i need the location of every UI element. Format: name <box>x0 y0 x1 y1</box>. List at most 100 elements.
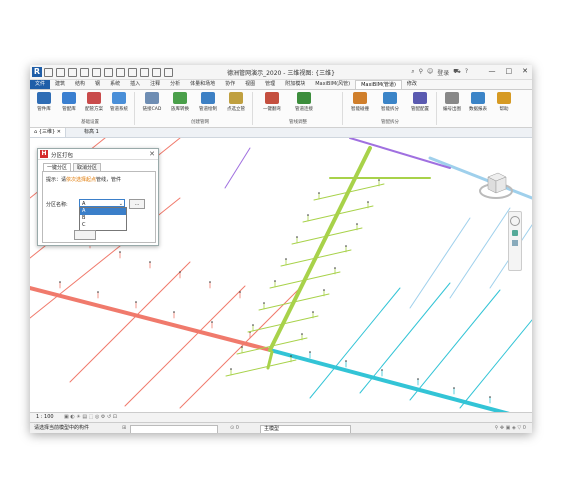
minimize-button[interactable]: — <box>489 67 496 75</box>
tab-file[interactable]: 文件 <box>30 80 51 89</box>
zoom-icon[interactable] <box>512 230 518 236</box>
view-tools-icons[interactable]: ▣ ◐ ☀ ▤ ⬚ ◎ ⚙ ↺ ⊡ <box>64 413 117 422</box>
user-login[interactable]: 登录 <box>437 68 449 77</box>
red-pipe-branch[interactable] <box>124 285 246 407</box>
red-pipe-branch[interactable] <box>69 261 191 383</box>
view-tab-level1[interactable]: 标高 1 <box>80 128 103 137</box>
dropdown-option-a[interactable]: A <box>80 208 126 215</box>
search-icon[interactable]: ⌕ <box>411 68 414 77</box>
riser-head <box>241 346 243 348</box>
riser-head <box>417 378 419 380</box>
cart-icon[interactable]: ⛟ <box>453 68 461 77</box>
tab-maxibim-pipe[interactable]: MaxiBIM(管道) <box>355 80 402 89</box>
tab-insert[interactable]: 插入 <box>125 80 145 89</box>
riser-head <box>285 258 287 260</box>
purple-pipe[interactable] <box>224 147 251 189</box>
help-button[interactable]: 帮助 <box>492 92 516 112</box>
lightblue-pipe-branch[interactable] <box>449 207 511 299</box>
dialog-close-button[interactable]: ✕ <box>149 150 155 158</box>
pipe-connect-button[interactable]: 管道连接 <box>292 92 316 112</box>
view-cube[interactable] <box>478 165 514 205</box>
cyan-pipe-branch[interactable] <box>359 282 451 394</box>
pipe-draw-button[interactable]: 管道绘制 <box>196 92 220 112</box>
riser-head <box>312 311 314 313</box>
user-icon[interactable]: ☺ <box>427 68 433 77</box>
tab-manage[interactable]: 管理 <box>260 80 280 89</box>
one-click-bend-button[interactable]: 一键翻弯 <box>260 92 284 112</box>
smart-collide-button[interactable]: 智能碰撞 <box>348 92 372 112</box>
status-bar: 请选择当前模型中的构件 ⊞ ⊙ 0 主模型 ⚲ ✥ ▣ ◈ ▽ 0 <box>30 422 532 433</box>
worksets-icon[interactable]: ⊞ <box>122 423 126 433</box>
tab-modify[interactable]: 修改 <box>402 80 422 89</box>
tab-architecture[interactable]: 建筑 <box>50 80 70 89</box>
filter-icon[interactable]: ⊙ 0 <box>230 423 239 433</box>
partition-name-select[interactable]: A ⌄ <box>79 199 125 207</box>
pipe-system-button[interactable]: 管道系统 <box>107 92 131 112</box>
riser-head <box>345 245 347 247</box>
data-report-button[interactable]: 数据报表 <box>466 92 490 112</box>
help-icon[interactable]: ? <box>465 68 468 77</box>
cyan-main-pipe[interactable] <box>268 348 532 422</box>
close-icon[interactable]: ✕ <box>55 129 61 135</box>
ribbon-panel: 管件库 管配库 配管方案 管道系统 链接CAD 族库转换 管道绘制 点选立管 一… <box>30 90 532 128</box>
view-tabs: ⌂ {三维} ✕ 标高 1 <box>30 128 532 138</box>
riser-head <box>307 214 309 216</box>
tab-steel[interactable]: 钢 <box>90 80 105 89</box>
model-field[interactable]: 主模型 <box>260 425 351 433</box>
tab-collaborate[interactable]: 协作 <box>220 80 240 89</box>
binoculars-icon[interactable]: ⚲ <box>419 68 423 77</box>
smart-split-button[interactable]: 智能拆分 <box>378 92 402 112</box>
green-pipe-branch[interactable] <box>258 293 330 311</box>
tab-annotate[interactable]: 注释 <box>145 80 165 89</box>
group-divider <box>436 92 437 125</box>
pan-icon[interactable] <box>512 240 518 246</box>
confirm-button[interactable] <box>74 230 96 240</box>
navigation-bar[interactable] <box>508 211 522 271</box>
green-pipe-branch[interactable] <box>280 249 352 267</box>
tab-view[interactable]: 视图 <box>240 80 260 89</box>
dropdown-option-c[interactable]: C <box>80 222 126 229</box>
numbering-drawing-button[interactable]: 编号出图 <box>440 92 464 112</box>
tab-systems[interactable]: 系统 <box>105 80 125 89</box>
riser-head <box>274 280 276 282</box>
dialog-title-bar[interactable]: H 分区打包 ✕ <box>38 149 158 160</box>
piping-scheme-button[interactable]: 配管方案 <box>82 92 106 112</box>
riser-head <box>230 368 232 370</box>
pipe-library-button[interactable]: 管件库 <box>32 92 56 112</box>
fitting-library-button[interactable]: 管配库 <box>57 92 81 112</box>
family-convert-button[interactable]: 族库转换 <box>168 92 192 112</box>
browse-button[interactable]: ... <box>129 199 145 209</box>
partition-dropdown: A B C <box>79 207 127 231</box>
riser-head <box>211 321 213 323</box>
view-tab-3d[interactable]: ⌂ {三维} ✕ <box>30 128 66 137</box>
steering-wheel-icon[interactable] <box>510 216 520 226</box>
riser-head <box>179 271 181 273</box>
fitting-config-button[interactable]: 管配配置 <box>408 92 432 112</box>
purple-pipe[interactable] <box>349 137 451 169</box>
green-pipe-branch[interactable] <box>269 271 341 289</box>
pick-riser-icon <box>229 92 243 104</box>
workset-field[interactable] <box>130 425 218 433</box>
selection-tools-icons[interactable]: ⚲ ✥ ▣ ◈ ▽ 0 <box>495 423 526 433</box>
green-pipe-branch[interactable] <box>247 315 319 333</box>
riser-head <box>323 289 325 291</box>
cyan-pipe-branch[interactable] <box>459 298 532 409</box>
view-scale[interactable]: 1 : 100 <box>36 413 54 422</box>
green-pipe-branch[interactable] <box>225 359 297 377</box>
group-label-basic-settings: 基础设置 <box>81 120 99 125</box>
riser-head <box>239 291 241 293</box>
link-cad-button[interactable]: 链接CAD <box>140 92 164 112</box>
riser-head <box>453 387 455 389</box>
close-button[interactable]: ✕ <box>522 67 528 75</box>
tab-analyze[interactable]: 分析 <box>165 80 185 89</box>
tab-addins[interactable]: 附加模块 <box>280 80 310 89</box>
tab-massing[interactable]: 体量和场地 <box>185 80 220 89</box>
cyan-pipe-branch[interactable] <box>409 289 501 401</box>
red-pipe-branch[interactable] <box>179 287 301 409</box>
tab-maxibim-duct[interactable]: MaxiBIM(风管) <box>310 80 355 89</box>
maximize-button[interactable]: □ <box>506 67 513 75</box>
riser-head <box>97 291 99 293</box>
dropdown-option-b[interactable]: B <box>80 215 126 222</box>
pick-riser-button[interactable]: 点选立管 <box>224 92 248 112</box>
tab-structure[interactable]: 结构 <box>70 80 90 89</box>
